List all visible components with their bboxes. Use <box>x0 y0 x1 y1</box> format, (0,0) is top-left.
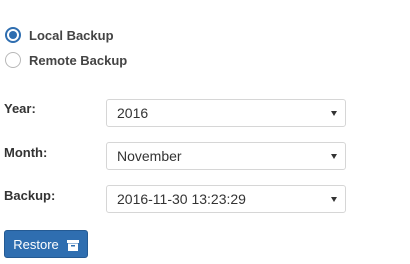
archive-icon <box>66 239 79 251</box>
month-select[interactable]: November <box>106 142 346 170</box>
backup-select[interactable]: 2016-11-30 13:23:29 <box>106 185 346 213</box>
backup-label: Backup: <box>4 188 56 203</box>
restore-button[interactable]: Restore <box>4 230 88 258</box>
radio-button-local[interactable] <box>5 27 21 43</box>
year-select-value: 2016 <box>117 105 149 121</box>
radio-button-remote[interactable] <box>5 52 21 68</box>
radio-option-remote-backup[interactable]: Remote Backup <box>5 50 127 70</box>
month-select-value: November <box>117 148 182 164</box>
radio-selected-dot <box>9 31 17 39</box>
restore-button-label: Restore <box>13 236 59 252</box>
year-label: Year: <box>4 101 36 116</box>
radio-option-local-backup[interactable]: Local Backup <box>5 25 114 45</box>
radio-label-local: Local Backup <box>29 27 114 43</box>
year-select[interactable]: 2016 <box>106 99 346 127</box>
chevron-down-icon <box>331 110 337 116</box>
chevron-down-icon <box>331 196 337 202</box>
chevron-down-icon <box>331 153 337 159</box>
month-label: Month: <box>4 145 48 160</box>
radio-label-remote: Remote Backup <box>29 52 128 68</box>
backup-select-value: 2016-11-30 13:23:29 <box>117 191 246 207</box>
